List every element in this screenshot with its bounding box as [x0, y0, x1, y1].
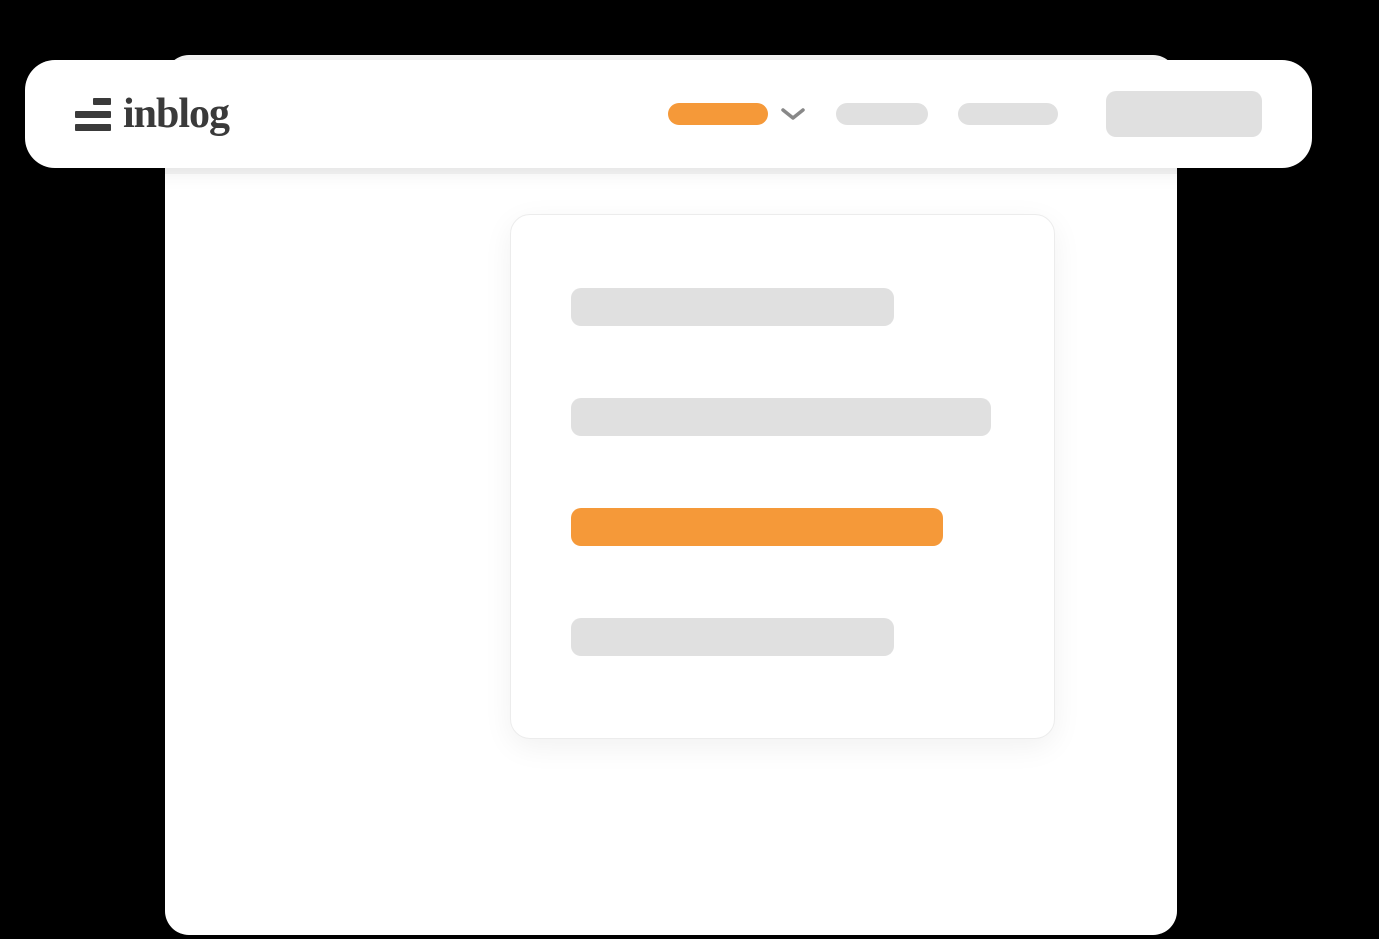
dropdown-item-4[interactable] — [571, 618, 894, 656]
dropdown-item-3[interactable] — [571, 508, 943, 546]
nav-item-2[interactable] — [836, 103, 928, 125]
dropdown-item-2[interactable] — [571, 398, 991, 436]
cta-button[interactable] — [1106, 91, 1262, 137]
nav-item-3[interactable] — [958, 103, 1058, 125]
inblog-logo-icon — [75, 98, 111, 131]
dropdown-item-1[interactable] — [571, 288, 894, 326]
nav-item-1[interactable] — [668, 103, 806, 125]
chevron-down-icon — [780, 106, 806, 122]
dropdown-panel — [510, 214, 1055, 739]
nav-item-label-placeholder — [668, 103, 768, 125]
brand-name: inblog — [123, 90, 229, 138]
brand-logo[interactable]: inblog — [75, 90, 229, 138]
nav-group — [668, 91, 1262, 137]
header-bar: inblog — [25, 60, 1312, 168]
